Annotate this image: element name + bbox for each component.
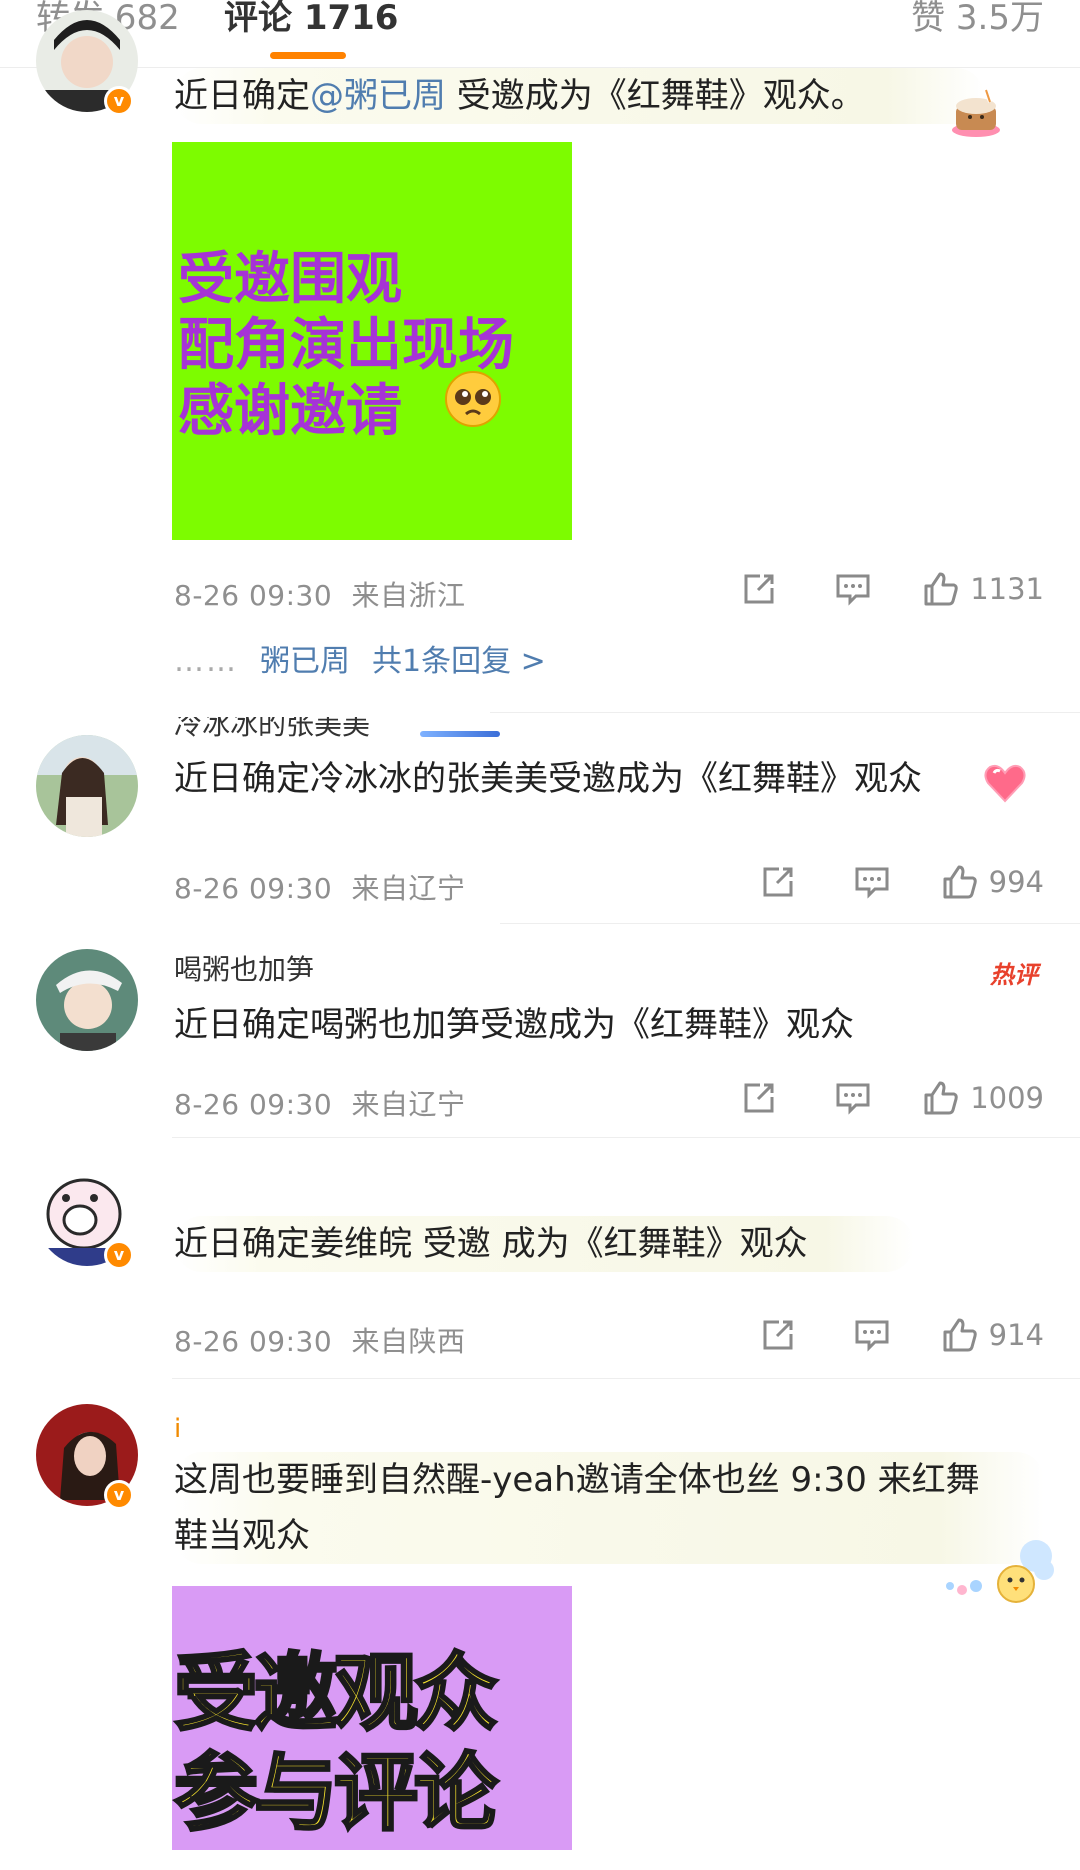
comment-location: 来自辽宁 [351,1088,466,1121]
like-button[interactable]: 994 [941,863,1044,901]
pleading-face-emoji-icon [444,370,502,428]
comment-actions: 1131 [684,570,1044,608]
comment-location: 来自浙江 [351,579,466,612]
comment-time: 8-26 09:30 [174,1325,333,1358]
comment-location: 来自陕西 [351,1325,466,1358]
comment-time: 8-26 09:30 [174,1088,333,1121]
comment-actions: 994 [703,863,1044,901]
comment-text: 近日确定喝粥也加笋受邀成为《红舞鞋》观众 [174,1005,854,1045]
image-text-line: 感谢邀请 [178,379,402,444]
comment-image[interactable]: 受邀观众 参与评论 [172,1586,572,1850]
like-count: 914 [988,1318,1044,1352]
like-button[interactable]: 1009 [922,1079,1044,1117]
reply-count-link[interactable]: 共1条回复 > [372,644,546,679]
divider [172,1378,1080,1379]
share-icon[interactable] [740,1079,778,1117]
verified-badge-icon: v [104,1480,134,1510]
comment-icon[interactable] [834,570,872,608]
comment-item: v 近日确定@粥已周 受邀成为《红舞鞋》观众。 受邀围观 配角演出现场 感谢邀请… [0,0,1080,715]
like-count: 1009 [970,1081,1044,1115]
comment-meta: 8-26 09:30 来自浙江 [174,574,466,614]
thumbs-up-icon [922,1079,960,1117]
share-icon[interactable] [740,570,778,608]
mention-link[interactable]: @粥已周 [310,76,446,116]
username[interactable]: i [174,1414,181,1444]
comment-text: 这周也要睡到自然醒-yeah邀请全体也丝 9:30 来红舞 鞋当观众 [174,1452,1044,1564]
cake-sticker-icon [948,84,1004,140]
comment-actions: 1009 [684,1079,1044,1117]
verified-badge-icon: v [104,1240,134,1270]
divider [490,712,1080,713]
comment-item: v i 这周也要睡到自然醒-yeah邀请全体也丝 9:30 来红舞 鞋当观众 受… [0,1380,1080,1870]
heart-sticker-icon [982,761,1028,807]
comment-icon[interactable] [853,863,891,901]
comment-icon[interactable] [834,1079,872,1117]
image-text-line: 参与评论 [172,1743,499,1844]
comment-meta: 8-26 09:30 来自辽宁 [174,867,466,907]
comment-actions: 914 [703,1316,1044,1354]
like-count: 994 [988,865,1044,899]
comment-meta: 8-26 09:30 来自辽宁 [174,1083,466,1123]
like-button[interactable]: 1131 [922,570,1044,608]
comment-location: 来自辽宁 [351,872,466,905]
like-count: 1131 [970,572,1044,606]
share-icon[interactable] [759,1316,797,1354]
avatar[interactable] [36,735,138,837]
comment-item: 冷冰冰的张美美 近日确定冷冰冰的张美美受邀成为《红舞鞋》观众 8-26 09:3… [0,715,1080,925]
thumbs-up-icon [941,863,979,901]
comment-item: 喝粥也加笋 热评 近日确定喝粥也加笋受邀成为《红舞鞋》观众 8-26 09:30… [0,925,1080,1140]
comment-meta: 8-26 09:30 来自陕西 [174,1320,466,1360]
hot-comment-badge: 热评 [990,961,1038,989]
comment-time: 8-26 09:30 [174,872,333,905]
comment-time: 8-26 09:30 [174,579,333,612]
verified-badge-icon: v [104,86,134,116]
comment-item: v 近日确定姜维皖 受邀 成为《红舞鞋》观众 8-26 09:30 来自陕西 9… [0,1140,1080,1380]
comment-text: 近日确定@粥已周 受邀成为《红舞鞋》观众。 [174,68,984,124]
comment-icon[interactable] [853,1316,891,1354]
thumbs-up-icon [941,1316,979,1354]
comment-text: 近日确定冷冰冰的张美美受邀成为《红舞鞋》观众 [174,759,922,799]
comment-text: 近日确定姜维皖 受邀 成为《红舞鞋》观众 [174,1216,914,1272]
share-icon[interactable] [759,863,797,901]
reply-preview[interactable]: …… 粥已周 共1条回复 > [174,636,546,680]
username[interactable]: 冷冰冰的张美美 [174,717,370,741]
name-underline-decoration [420,731,500,737]
chick-sticker-icon [940,1530,1060,1610]
avatar[interactable] [36,949,138,1051]
divider [500,923,1080,924]
like-button[interactable]: 914 [941,1316,1044,1354]
divider [172,1137,1080,1138]
thumbs-up-icon [922,570,960,608]
reply-user[interactable]: 粥已周 [260,644,350,679]
comment-image[interactable]: 受邀围观 配角演出现场 感谢邀请 [172,142,572,540]
username[interactable]: 喝粥也加笋 [174,955,314,985]
